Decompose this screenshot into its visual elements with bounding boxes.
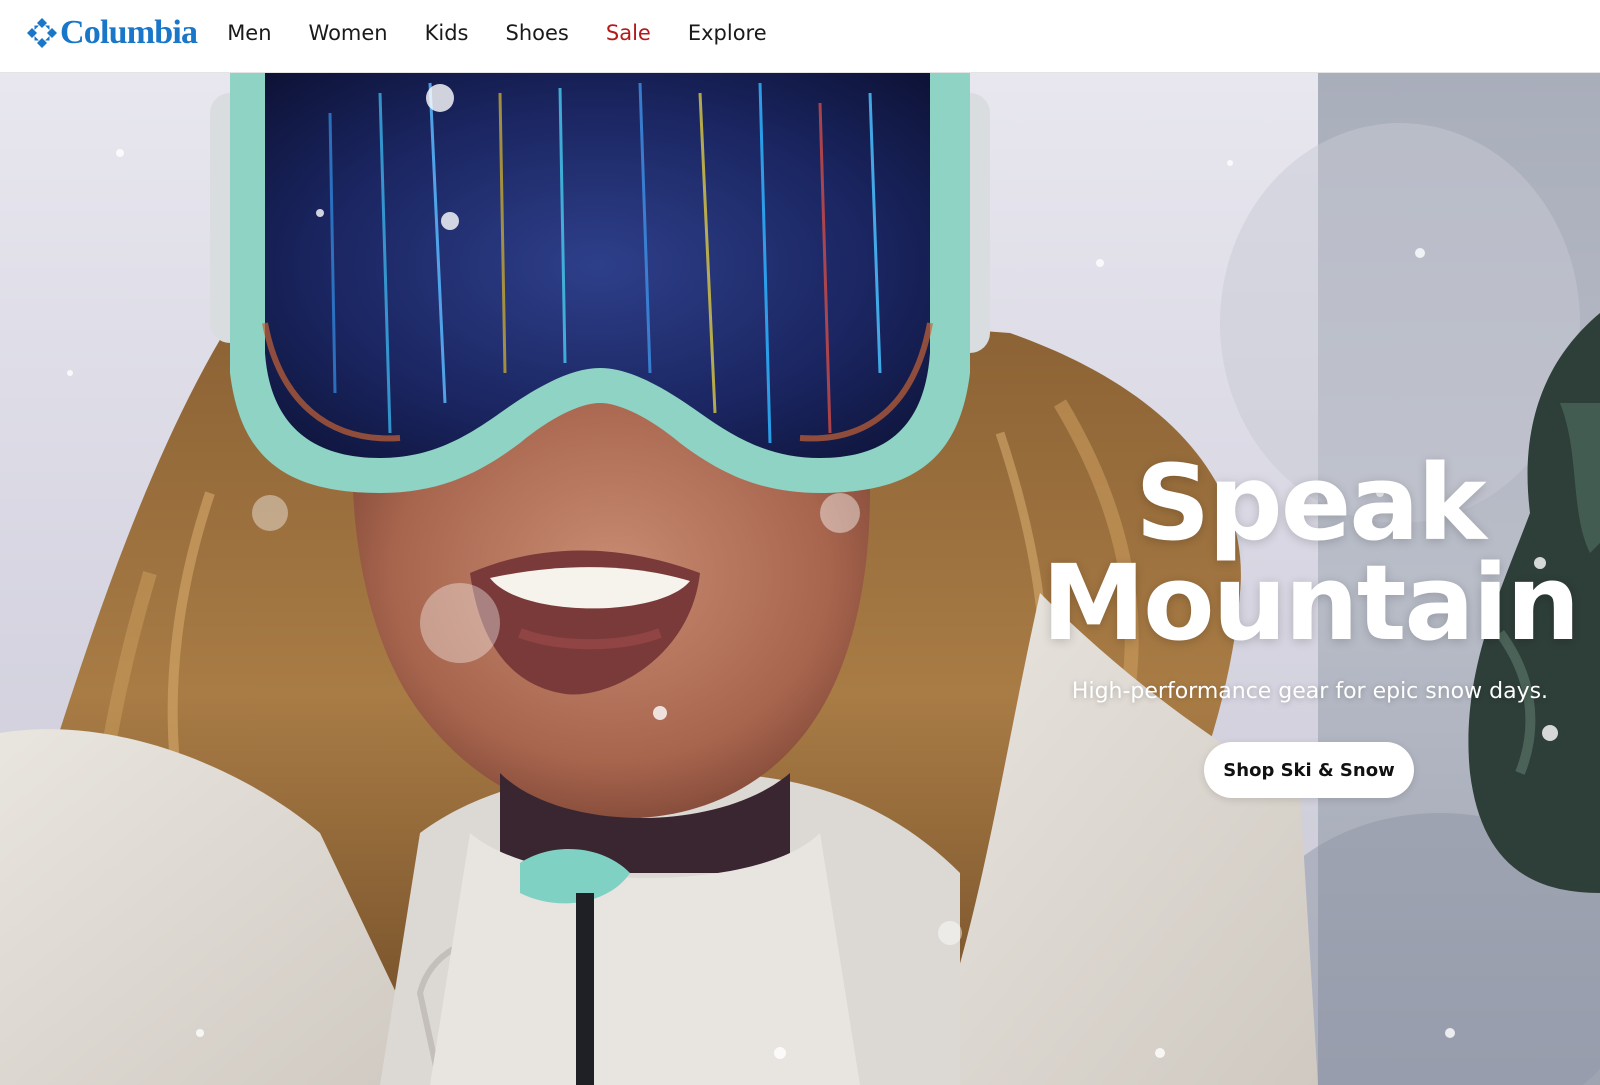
nav-item-shoes[interactable]: Shoes <box>506 21 569 45</box>
columbia-logo[interactable]: Columbia <box>25 14 198 51</box>
site-header: Columbia Men Women Kids Shoes Sale Explo… <box>0 0 1600 73</box>
hero-title: Speak Mountain <box>1020 442 1600 664</box>
nav-item-kids[interactable]: Kids <box>425 21 469 45</box>
brand-name: Columbia <box>60 14 198 51</box>
hero-subtitle: High-performance gear for epic snow days… <box>1071 679 1549 704</box>
main-nav: Men Women Kids Shoes Sale Explore <box>227 21 803 45</box>
hero-title-line-1: Speak <box>1135 442 1486 564</box>
columbia-diamond-logo-icon <box>27 18 57 48</box>
hero-title-line-2: Mountain <box>1041 542 1581 664</box>
nav-item-women[interactable]: Women <box>309 21 388 45</box>
hero-copy: Speak Mountain High-performance gear for… <box>1020 442 1600 798</box>
nav-item-men[interactable]: Men <box>227 21 271 45</box>
nav-item-sale[interactable]: Sale <box>606 21 651 45</box>
shop-ski-snow-button[interactable]: Shop Ski & Snow <box>1204 742 1414 798</box>
hero-banner[interactable]: Speak Mountain High-performance gear for… <box>0 73 1600 1085</box>
nav-item-explore[interactable]: Explore <box>688 21 767 45</box>
